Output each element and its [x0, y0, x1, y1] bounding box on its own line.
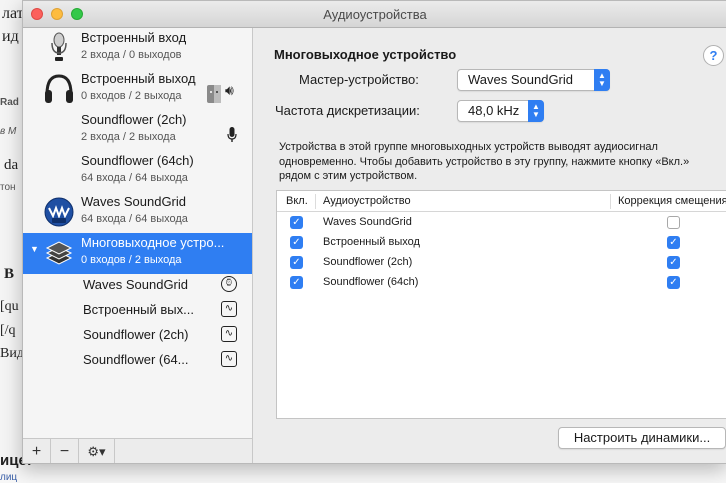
device-name: Многовыходное устро...: [81, 235, 225, 250]
waves-icon: [44, 197, 74, 227]
device-settings-panel: Многовыходное устройство ? Мастер-устрой…: [254, 28, 726, 463]
background-page: [0, 0, 22, 483]
device-name-cell: Waves SoundGrid: [323, 216, 412, 228]
device-name-cell: Soundflower (2ch): [323, 256, 413, 268]
table-row: ✓ Waves SoundGrid: [277, 213, 726, 233]
chevron-updown-icon: ▲ ▼: [528, 100, 544, 122]
device-item-multi-output[interactable]: ▼ Многовыходное устро... 0 входов / 2 вы…: [23, 233, 252, 274]
waveform-icon: ∿: [221, 301, 237, 317]
table-row: ✓ Soundflower (64ch) ✓: [277, 273, 726, 293]
subdevice-name: Soundflower (64...: [83, 352, 189, 367]
audio-devices-window: Аудиоустройства Встроенный вход 2 входа …: [22, 0, 726, 464]
drift-correction-checkbox[interactable]: ✓: [667, 276, 680, 289]
background-text: тон: [0, 182, 16, 193]
device-channels: 64 входа / 64 выхода: [81, 172, 188, 184]
subdevice-item[interactable]: Soundflower (64... ∿: [23, 347, 252, 372]
device-channels: 0 входов / 2 выхода: [81, 254, 182, 266]
background-text: В: [4, 266, 15, 282]
background-page: [0, 462, 726, 483]
disclosure-triangle-icon[interactable]: ▼: [30, 244, 39, 254]
background-text: Вид: [0, 346, 24, 361]
background-text: лат: [2, 5, 24, 22]
device-item-soundflower-2ch[interactable]: Soundflower (2ch) 2 входа / 2 выхода: [23, 110, 252, 151]
master-device-label: Мастер-устройство:: [299, 72, 419, 87]
enable-checkbox[interactable]: ✓: [290, 236, 303, 249]
device-channels: 2 входа / 0 выходов: [81, 49, 182, 61]
waveform-icon: ∿: [221, 351, 237, 367]
subdevice-name: Встроенный вых...: [83, 302, 194, 317]
device-item-soundflower-64ch[interactable]: Soundflower (64ch) 64 входа / 64 выхода: [23, 151, 252, 192]
sample-rate-label: Частота дискретизации:: [275, 103, 420, 118]
background-text: Rad: [0, 97, 19, 108]
device-name: Встроенный вход: [81, 30, 187, 45]
background-text: [qu: [0, 299, 19, 314]
sample-rate-value: 48,0 kHz: [468, 103, 520, 118]
column-header-on[interactable]: Вкл.: [286, 195, 308, 207]
background-text: [/q: [0, 323, 16, 338]
gear-menu-button[interactable]: ⚙▾: [79, 439, 115, 463]
subdevice-item[interactable]: Waves SoundGrid ⌚︎: [23, 272, 252, 297]
multi-output-icon: [45, 241, 73, 265]
master-device-value: Waves SoundGrid: [468, 72, 574, 87]
subdevice-item[interactable]: Soundflower (2ch) ∿: [23, 322, 252, 347]
headphones-icon: [45, 74, 73, 103]
table-header: Вкл. Аудиоустройство Коррекция смещения: [277, 191, 726, 212]
column-separator: [315, 194, 316, 209]
device-channels: 0 входов / 2 выхода: [81, 90, 182, 102]
help-button[interactable]: ?: [703, 45, 724, 66]
background-text: лиц: [0, 472, 18, 483]
drift-correction-checkbox[interactable]: ✓: [667, 256, 680, 269]
device-item-waves-soundgrid[interactable]: Waves SoundGrid 64 входа / 64 выхода: [23, 192, 252, 233]
microphone-small-icon: [227, 127, 237, 142]
enable-checkbox[interactable]: ✓: [290, 276, 303, 289]
drift-correction-checkbox[interactable]: [667, 216, 680, 229]
background-text: ид: [2, 28, 19, 45]
master-device-popup[interactable]: Waves SoundGrid ▲ ▼: [457, 69, 610, 91]
sample-rate-popup[interactable]: 48,0 kHz ▲ ▼: [457, 100, 544, 122]
device-name: Soundflower (2ch): [81, 112, 187, 127]
configure-speakers-button[interactable]: Настроить динамики...: [558, 427, 726, 449]
device-name-cell: Soundflower (64ch): [323, 276, 419, 288]
description-text: Устройства в этой группе многовыходных у…: [279, 141, 690, 182]
device-channels: 2 входа / 2 выхода: [81, 131, 176, 143]
device-table: Вкл. Аудиоустройство Коррекция смещения …: [276, 190, 726, 419]
enable-checkbox[interactable]: ✓: [290, 216, 303, 229]
enable-checkbox[interactable]: ✓: [290, 256, 303, 269]
microphone-icon: [51, 32, 67, 61]
column-header-device[interactable]: Аудиоустройство: [323, 195, 411, 207]
add-device-button[interactable]: +: [23, 439, 51, 463]
device-name: Встроенный выход: [81, 71, 196, 86]
background-text: в М: [0, 126, 17, 137]
sidebar-toolbar: + − ⚙▾: [23, 438, 253, 463]
device-name-cell: Встроенный выход: [323, 236, 420, 248]
finder-icon: [207, 85, 221, 103]
column-separator: [610, 194, 611, 209]
table-row: ✓ Встроенный выход ✓: [277, 233, 726, 253]
device-list: Встроенный вход 2 входа / 0 выходов Встр…: [23, 28, 253, 438]
subdevice-name: Waves SoundGrid: [83, 277, 189, 292]
drift-correction-checkbox[interactable]: ✓: [667, 236, 680, 249]
column-header-drift[interactable]: Коррекция смещения: [618, 195, 726, 207]
device-item-builtin-input[interactable]: Встроенный вход 2 входа / 0 выходов: [23, 28, 252, 69]
clock-icon: ⌚︎: [221, 276, 237, 292]
remove-device-button[interactable]: −: [51, 439, 79, 463]
subdevice-item[interactable]: Встроенный вых... ∿: [23, 297, 252, 322]
device-name: Soundflower (64ch): [81, 153, 194, 168]
panel-title: Многовыходное устройство: [274, 47, 457, 62]
device-item-builtin-output[interactable]: Встроенный выход 0 входов / 2 выхода 🔊︎: [23, 69, 252, 110]
device-name: Waves SoundGrid: [81, 194, 187, 209]
title-bar: Аудиоустройства: [23, 1, 726, 28]
background-text: da: [4, 157, 19, 173]
speaker-icon: 🔊︎: [225, 82, 234, 98]
subdevice-name: Soundflower (2ch): [83, 327, 189, 342]
chevron-updown-icon: ▲ ▼: [594, 69, 610, 91]
table-row: ✓ Soundflower (2ch) ✓: [277, 253, 726, 273]
waveform-icon: ∿: [221, 326, 237, 342]
window-title: Аудиоустройства: [323, 7, 427, 22]
device-channels: 64 входа / 64 выхода: [81, 213, 188, 225]
